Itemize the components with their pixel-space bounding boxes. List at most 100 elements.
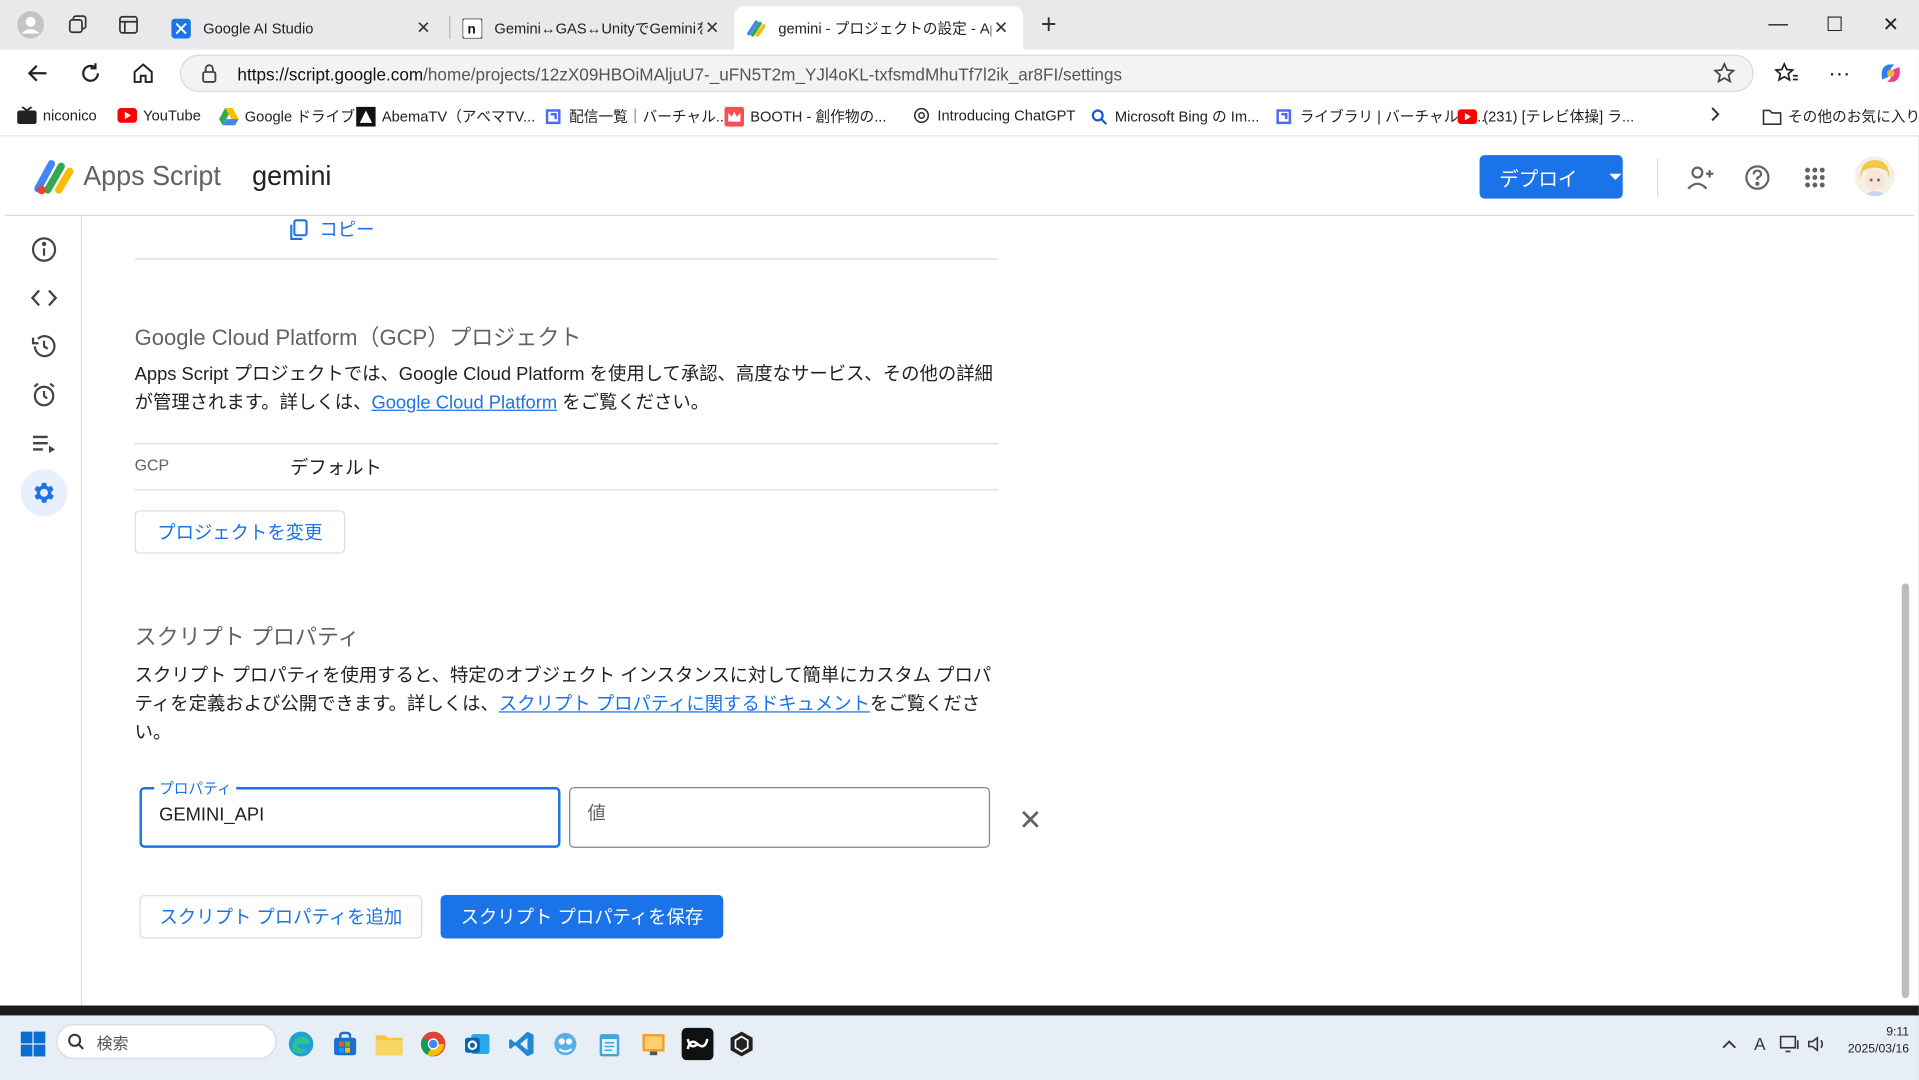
tab-note-article[interactable]: n Gemini↔GAS↔UnityでGeminiを使 ✕	[450, 6, 734, 49]
value-field[interactable]	[569, 787, 991, 848]
divider	[134, 258, 999, 260]
edge-icon[interactable]	[285, 1028, 317, 1060]
volume-icon[interactable]	[1801, 1028, 1833, 1060]
close-icon[interactable]: ✕	[702, 17, 722, 38]
chevron-up-icon[interactable]	[1713, 1028, 1745, 1060]
settings-gear-icon[interactable]	[20, 469, 68, 517]
apps-grid-icon[interactable]	[1798, 160, 1832, 195]
tab-title: Gemini↔GAS↔UnityでGeminiを使	[494, 19, 703, 38]
bookmark-other-favorites[interactable]: その他のお気に入り	[1762, 106, 1919, 127]
abema-icon	[356, 106, 376, 127]
script-properties-title: スクリプト プロパティ	[134, 624, 360, 650]
tab-apps-script-settings[interactable]: gemini - プロジェクトの設定 - Apps S ✕	[734, 6, 1024, 50]
change-project-button[interactable]: プロジェクトを変更	[134, 510, 346, 554]
windows-start-icon[interactable]	[17, 1028, 49, 1060]
lock-icon[interactable]	[201, 63, 218, 89]
remove-property-button[interactable]	[1016, 804, 1045, 834]
bookmark-chatgpt[interactable]: Introducing ChatGPT	[912, 106, 1075, 126]
content-scrollbar[interactable]	[1899, 216, 1912, 1006]
executions-list-icon[interactable]	[21, 421, 68, 468]
bookmark-library[interactable]: ライブラリ | バーチャルキ...	[1274, 106, 1485, 127]
save-script-properties-button[interactable]: スクリプト プロパティを保存	[440, 895, 724, 939]
minimize-button[interactable]: —	[1750, 0, 1806, 50]
close-icon[interactable]: ✕	[991, 17, 1011, 38]
taskbar-search-placeholder: 検索	[96, 1033, 129, 1053]
system-clock[interactable]: 9:11 2025/03/16	[1831, 1024, 1909, 1059]
favorite-star-icon[interactable]	[1713, 61, 1736, 91]
bookmark-booth[interactable]: BOOTH - 創作物の...	[724, 106, 886, 127]
share-person-add-icon[interactable]	[1684, 160, 1718, 195]
avatar[interactable]	[1855, 156, 1895, 197]
url-path: /home/projects/12zX09HBOiMAljuU7-_uFN5T2…	[423, 64, 1123, 85]
taskbar-search[interactable]: 検索	[56, 1024, 277, 1059]
close-icon[interactable]: ✕	[414, 17, 434, 38]
favorites-icon[interactable]	[1771, 57, 1803, 89]
address-bar[interactable]: https://script.google.com/home/projects/…	[179, 54, 1754, 92]
file-explorer-icon[interactable]	[373, 1028, 405, 1060]
notepad-icon[interactable]	[594, 1028, 626, 1060]
browser-tab-strip: Google AI Studio ✕ n Gemini↔GAS↔UnityでGe…	[0, 0, 1919, 50]
app-icon[interactable]	[638, 1028, 670, 1060]
bookmark-youtube[interactable]: YouTube	[117, 106, 201, 126]
history-icon[interactable]	[21, 323, 68, 370]
header-divider	[1657, 158, 1659, 197]
windows-taskbar: 検索 A 9:11 2025/03/16	[0, 1015, 1919, 1080]
app-icon[interactable]	[549, 1028, 581, 1060]
bookmark-google-drive[interactable]: Google ドライブ	[219, 106, 355, 127]
ime-mode-icon[interactable]: A	[1744, 1028, 1776, 1060]
chevron-right-icon[interactable]	[1708, 106, 1720, 123]
profile-icon[interactable]	[16, 10, 45, 40]
workspaces-icon[interactable]	[64, 10, 93, 40]
editor-code-icon[interactable]	[21, 274, 68, 321]
tab-title: gemini - プロジェクトの設定 - Apps S	[778, 19, 991, 38]
meta-icon[interactable]	[681, 1027, 714, 1061]
window-close-button[interactable]: ✕	[1863, 0, 1919, 50]
apps-script-icon	[747, 18, 767, 38]
clock-date: 2025/03/16	[1847, 1042, 1910, 1057]
outlook-icon[interactable]	[461, 1028, 493, 1060]
new-tab-button[interactable]: +	[1034, 9, 1063, 40]
more-options-icon[interactable]: ···	[1823, 57, 1855, 89]
apps-script-logo[interactable]: Apps Script	[34, 158, 221, 195]
chrome-icon[interactable]	[417, 1028, 449, 1060]
bookmark-abematv[interactable]: AbemaTV（アベマTV...	[356, 106, 535, 127]
home-icon[interactable]	[127, 57, 159, 89]
bookmark-label: YouTube	[143, 106, 201, 125]
help-icon[interactable]	[1740, 160, 1774, 195]
deploy-button[interactable]: デプロイ	[1479, 155, 1623, 199]
bookmark-label: Microsoft Bing の Im...	[1114, 108, 1260, 126]
close-icon	[1022, 810, 1039, 828]
overview-info-icon[interactable]	[21, 226, 68, 273]
copy-label: コピー	[319, 219, 375, 241]
property-input[interactable]	[159, 804, 527, 826]
back-icon[interactable]	[22, 57, 54, 89]
property-field[interactable]: プロパティ	[139, 777, 561, 848]
scrollbar-thumb[interactable]	[1901, 583, 1910, 999]
reload-icon[interactable]	[75, 57, 107, 89]
value-input[interactable]	[587, 803, 955, 825]
bookmark-tv-taiso[interactable]: (231) [テレビ体操] ラ...	[1457, 106, 1634, 127]
add-script-property-button[interactable]: スクリプト プロパティを追加	[139, 895, 423, 939]
niconico-icon	[17, 106, 37, 126]
project-title[interactable]: gemini	[252, 160, 331, 192]
tab-google-ai-studio[interactable]: Google AI Studio ✕	[159, 6, 445, 49]
bookmark-virtual-list[interactable]: 配信一覧｜バーチャル...	[543, 106, 728, 127]
vscode-icon[interactable]	[505, 1028, 537, 1060]
unity-icon[interactable]	[726, 1028, 758, 1060]
bookmark-label: Google ドライブ	[244, 108, 355, 126]
bookmark-niconico[interactable]: niconico	[17, 106, 97, 126]
search-icon	[68, 1033, 84, 1050]
gcp-row-label: GCP	[134, 455, 170, 475]
script-properties-docs-link[interactable]: スクリプト プロパティに関するドキュメント	[499, 694, 870, 715]
triggers-alarm-icon[interactable]	[21, 371, 68, 418]
bookmark-label: niconico	[42, 106, 97, 125]
bookmark-bing[interactable]: Microsoft Bing の Im...	[1089, 106, 1259, 127]
copy-script-id-button[interactable]: コピー	[289, 216, 375, 242]
brand-name: Apps Script	[83, 160, 221, 192]
gcp-docs-link[interactable]: Google Cloud Platform	[371, 392, 557, 413]
drive-icon	[219, 106, 239, 126]
store-icon[interactable]	[329, 1028, 361, 1060]
maximize-button[interactable]: ☐	[1806, 0, 1862, 50]
copilot-icon[interactable]	[1875, 57, 1907, 89]
vertical-tabs-icon[interactable]	[114, 10, 143, 40]
